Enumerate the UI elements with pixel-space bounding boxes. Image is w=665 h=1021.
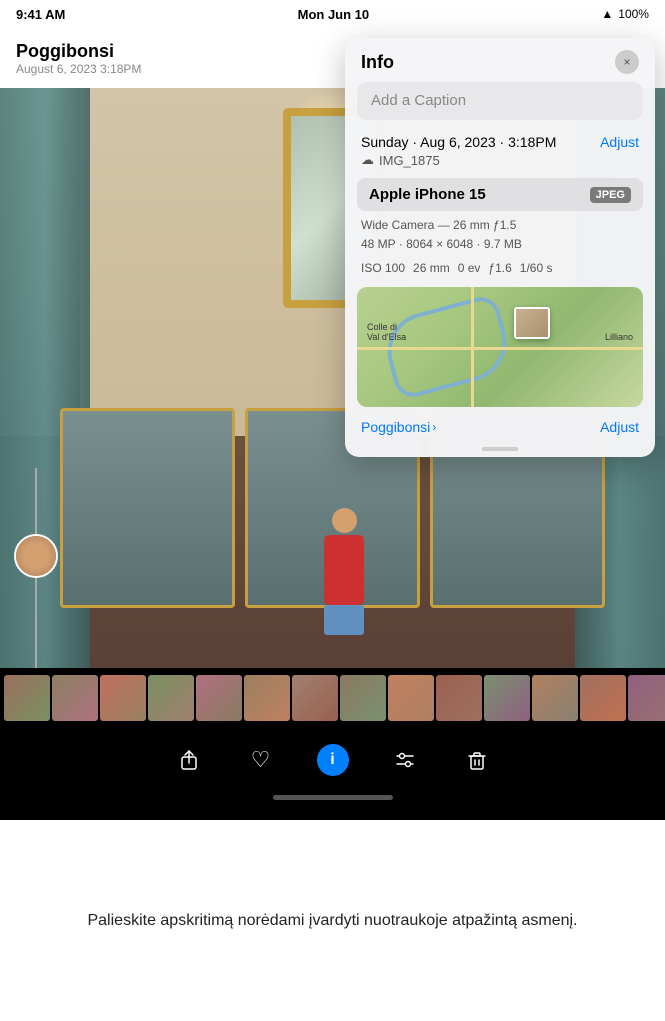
person-head [332, 508, 357, 533]
info-button[interactable]: i [317, 744, 349, 776]
thumbnail-9[interactable] [436, 675, 482, 721]
location-row: Poggibonsi › Adjust [345, 413, 655, 447]
person [319, 508, 369, 608]
bottom-toolbar: ♡ i [0, 730, 665, 790]
device-name: Apple iPhone 15 [369, 186, 486, 203]
info-panel-header: Info × [345, 38, 655, 82]
instruction-area: Palieskite apskritimą norėdami įvardyti … [0, 820, 665, 1021]
filename-row: ☁ IMG_1875 [361, 152, 556, 168]
share-button[interactable] [173, 744, 205, 776]
photo-subtitle: August 6, 2023 3:18PM [16, 62, 141, 76]
info-panel: Info × Add a Caption Sunday · Aug 6, 202… [345, 38, 655, 457]
thumbnail-8[interactable] [388, 675, 434, 721]
thumbnail-6[interactable] [292, 675, 338, 721]
thumbnail-3[interactable] [148, 675, 194, 721]
date-block: Sunday · Aug 6, 2023 · 3:18PM ☁ IMG_1875 [361, 134, 556, 168]
date-adjust-button[interactable]: Adjust [600, 134, 639, 150]
map-road-horizontal [357, 347, 643, 350]
thumbnail-7[interactable] [340, 675, 386, 721]
thumbnail-12[interactable] [580, 675, 626, 721]
map-background: Colle diVal d'Elsa Lilliano [357, 287, 643, 407]
photo-title: Poggibonsi [16, 41, 141, 62]
cloud-icon: ☁ [361, 152, 374, 168]
caption-field[interactable]: Add a Caption [357, 82, 643, 120]
map-photo-thumbnail [514, 307, 550, 339]
location-adjust-button[interactable]: Adjust [600, 419, 639, 435]
battery-icon: 100% [618, 7, 649, 21]
location-chevron-icon: › [432, 420, 436, 434]
ev-spec: 0 ev [458, 261, 481, 275]
map-label-colle: Colle diVal d'Elsa [367, 322, 406, 342]
map-label-lilliano: Lilliano [605, 332, 633, 342]
map-area[interactable]: Colle diVal d'Elsa Lilliano [357, 287, 643, 407]
home-indicator [273, 795, 393, 800]
heart-button[interactable]: ♡ [245, 744, 277, 776]
face-circle[interactable] [14, 534, 58, 578]
info-panel-title: Info [361, 52, 394, 73]
thumbnail-10[interactable] [484, 675, 530, 721]
shutter-spec: 1/60 s [520, 261, 553, 275]
bench-left [60, 408, 235, 608]
focal-spec: 26 mm [413, 261, 450, 275]
caption-placeholder: Add a Caption [371, 92, 466, 109]
status-icons: ▲ 100% [601, 7, 649, 21]
aperture-spec: ƒ1.6 [488, 261, 511, 275]
filename-text: IMG_1875 [379, 153, 440, 168]
info-icon: i [330, 751, 334, 769]
person-legs [324, 605, 364, 635]
device-row: Apple iPhone 15 JPEG [357, 178, 643, 211]
status-time: 9:41 AM [16, 7, 65, 22]
thumbnail-1[interactable] [52, 675, 98, 721]
jpeg-badge: JPEG [590, 187, 631, 203]
map-photo-inner [516, 309, 548, 337]
thumbnail-4[interactable] [196, 675, 242, 721]
location-name[interactable]: Poggibonsi › [361, 419, 436, 435]
thumbnail-13[interactable] [628, 675, 665, 721]
tech-specs: ISO 100 26 mm 0 ev ƒ1.6 1/60 s [345, 259, 655, 281]
person-body [324, 535, 364, 605]
camera-spec1: Wide Camera — 26 mm ƒ1.5 [361, 216, 639, 235]
thumbnail-11[interactable] [532, 675, 578, 721]
camera-specs-row: Wide Camera — 26 mm ƒ1.5 48 MP · 8064 × … [345, 211, 655, 259]
face-inner [16, 536, 56, 576]
map-road-vertical [471, 287, 474, 407]
delete-button[interactable] [461, 744, 493, 776]
camera-spec2: 48 MP · 8064 × 6048 · 9.7 MB [361, 235, 639, 254]
adjust-button[interactable] [389, 744, 421, 776]
thumbnail-strip [0, 668, 665, 728]
date-text: Sunday · Aug 6, 2023 · 3:18PM [361, 134, 556, 150]
thumbnail-5[interactable] [244, 675, 290, 721]
close-button[interactable]: × [615, 50, 639, 74]
drag-indicator [482, 447, 518, 451]
iso-spec: ISO 100 [361, 261, 405, 275]
date-row: Sunday · Aug 6, 2023 · 3:18PM ☁ IMG_1875… [345, 130, 655, 174]
thumbnail-2[interactable] [100, 675, 146, 721]
instruction-text: Palieskite apskritimą norėdami įvardyti … [87, 909, 577, 933]
status-bar: 9:41 AM Mon Jun 10 ▲ 100% [0, 0, 665, 28]
wifi-icon: ▲ [601, 7, 613, 21]
status-date: Mon Jun 10 [298, 7, 370, 22]
photo-title-block: Poggibonsi August 6, 2023 3:18PM [16, 41, 141, 76]
thumbnail-0[interactable] [4, 675, 50, 721]
